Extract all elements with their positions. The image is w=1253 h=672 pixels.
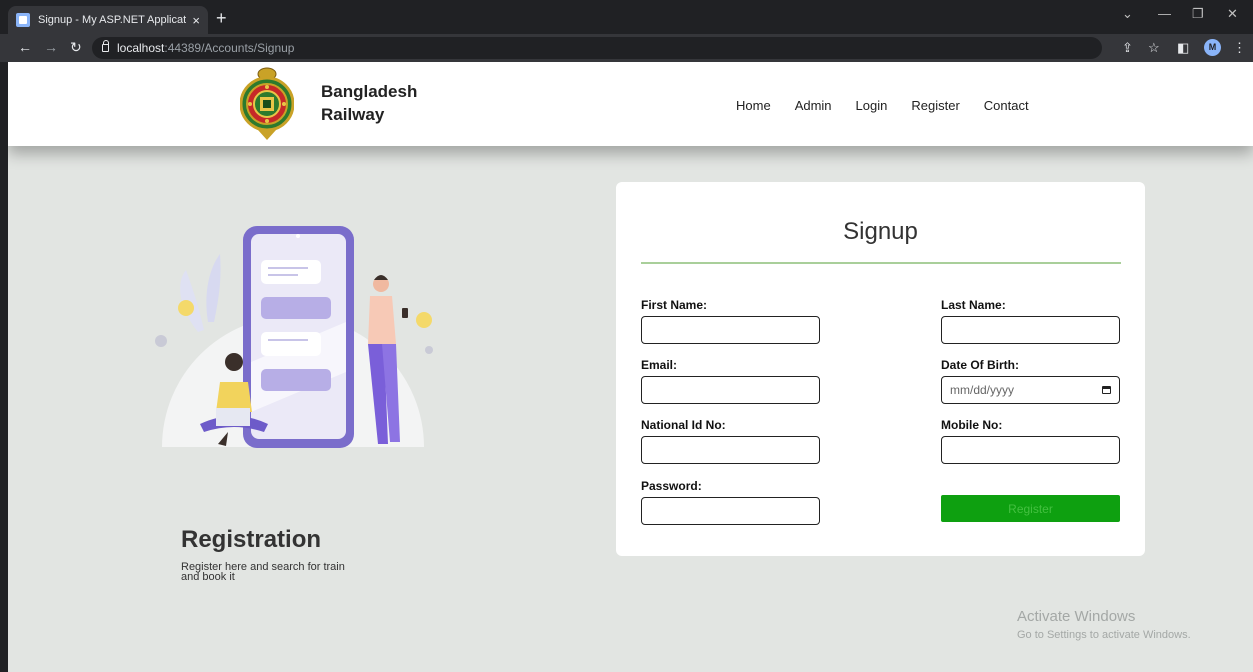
bookmark-star-icon[interactable]: ☆ <box>1148 40 1160 56</box>
email-label: Email: <box>641 358 678 372</box>
register-button[interactable]: Register <box>941 495 1120 522</box>
nav-home[interactable]: Home <box>736 98 771 113</box>
mobile-input[interactable] <box>941 436 1120 464</box>
title-divider <box>641 262 1121 264</box>
address-bar[interactable]: localhost:44389/Accounts/Signup <box>92 37 1102 59</box>
activate-windows-watermark: Activate Windows Go to Settings to activ… <box>1017 608 1191 641</box>
profile-avatar[interactable]: M <box>1204 39 1221 56</box>
back-icon[interactable]: ← <box>18 39 32 55</box>
password-label: Password: <box>641 479 702 493</box>
page-icon <box>16 13 30 27</box>
calendar-icon[interactable] <box>1102 386 1111 394</box>
tab-title: Signup - My ASP.NET Application <box>38 14 187 26</box>
first-name-input[interactable] <box>641 316 820 344</box>
activate-title: Activate Windows <box>1017 608 1136 625</box>
forward-icon[interactable]: → <box>44 39 58 55</box>
brand-name[interactable]: Bangladesh Railway <box>321 80 417 126</box>
window-frame <box>0 0 8 672</box>
registration-description: Register here and search for train and b… <box>181 561 345 583</box>
url-host: localhost <box>117 41 165 55</box>
last-name-input[interactable] <box>941 316 1120 344</box>
tab-search-icon[interactable]: ⌄ <box>1122 6 1133 22</box>
dob-placeholder: mm/dd/yyyy <box>950 383 1015 397</box>
url-path: :44389/Accounts/Signup <box>164 41 295 55</box>
site-header: Bangladesh Railway Home Admin Login Regi… <box>8 62 1253 146</box>
brand-line-1: Bangladesh <box>321 82 418 101</box>
address-toolbar: ← → ↻ localhost:44389/Accounts/Signup ⇪ … <box>0 34 1253 62</box>
browser-tab[interactable]: Signup - My ASP.NET Application × <box>8 6 208 34</box>
close-window-icon[interactable]: ✕ <box>1227 6 1238 22</box>
mobile-label: Mobile No: <box>941 418 1003 432</box>
first-name-label: First Name: <box>641 298 708 312</box>
tab-bar: Signup - My ASP.NET Application × + ⌄ — … <box>0 0 1253 34</box>
railway-emblem-logo[interactable] <box>240 66 294 142</box>
menu-kebab-icon[interactable]: ⋮ <box>1233 40 1246 56</box>
activate-subtitle: Go to Settings to activate Windows. <box>1017 629 1191 641</box>
share-icon[interactable]: ⇪ <box>1122 40 1133 56</box>
signup-title: Signup <box>843 218 918 245</box>
registration-heading: Registration <box>181 526 322 553</box>
nav-register[interactable]: Register <box>911 98 959 113</box>
reload-icon[interactable]: ↻ <box>70 39 82 56</box>
tab-close-icon[interactable]: × <box>192 13 200 28</box>
page-content: Bangladesh Railway Home Admin Login Regi… <box>8 62 1253 672</box>
registration-illustration <box>155 226 433 448</box>
national-id-input[interactable] <box>641 436 820 464</box>
password-input[interactable] <box>641 497 820 525</box>
brand-line-2: Railway <box>321 105 385 124</box>
last-name-label: Last Name: <box>941 298 1006 312</box>
new-tab-button[interactable]: + <box>216 8 227 29</box>
dob-label: Date Of Birth: <box>941 358 1019 372</box>
nav-admin[interactable]: Admin <box>795 98 832 113</box>
restore-icon[interactable]: ❐ <box>1192 6 1204 22</box>
side-panel-icon[interactable]: ◧ <box>1177 40 1189 56</box>
minimize-icon[interactable]: — <box>1158 6 1171 21</box>
email-input[interactable] <box>641 376 820 404</box>
national-id-label: National Id No: <box>641 418 726 432</box>
nav-contact[interactable]: Contact <box>984 98 1029 113</box>
date-of-birth-input[interactable]: mm/dd/yyyy <box>941 376 1120 404</box>
signup-card: Signup First Name: Last Name: Email: Dat… <box>616 182 1145 556</box>
nav-login[interactable]: Login <box>856 98 888 113</box>
lock-icon[interactable] <box>102 40 109 52</box>
main-nav: Home Admin Login Register Contact <box>736 98 1029 113</box>
